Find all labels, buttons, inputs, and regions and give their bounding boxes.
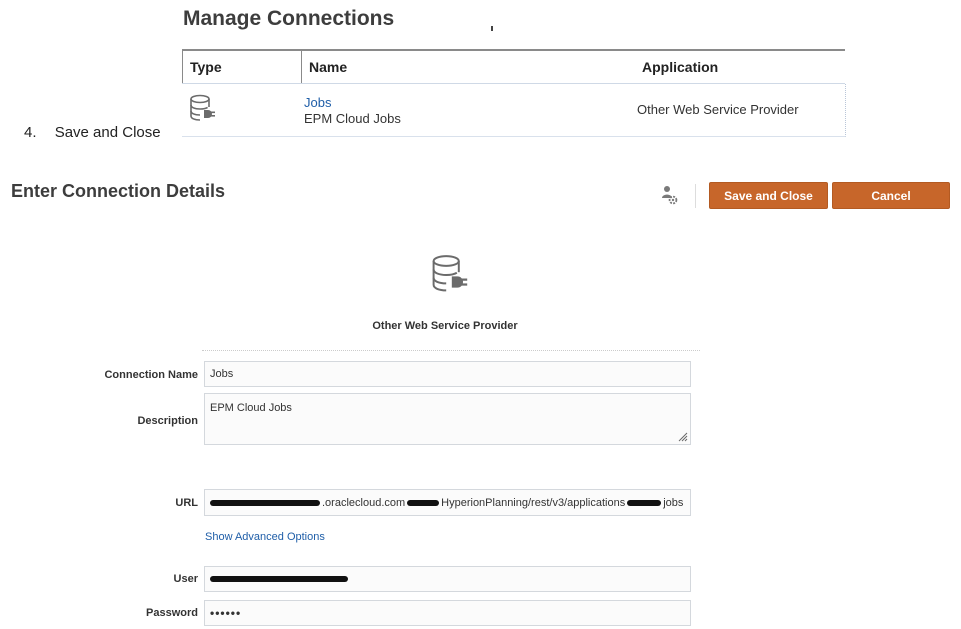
user-input[interactable] [204, 566, 691, 592]
step-text: Save and Close [54, 124, 161, 141]
connection-application: Other Web Service Provider [637, 102, 799, 117]
cancel-button[interactable]: Cancel [832, 182, 950, 209]
show-advanced-options-link[interactable]: Show Advanced Options [205, 531, 325, 543]
provider-name: Other Web Service Provider [372, 320, 518, 332]
toolbar-divider [695, 184, 696, 208]
database-plug-icon [430, 254, 468, 301]
step-number: 4. [24, 124, 37, 141]
password-input[interactable]: •••••• [204, 600, 691, 626]
save-and-close-button[interactable]: Save and Close [709, 182, 828, 209]
password-value: •••••• [210, 606, 242, 620]
column-header-name[interactable]: Name [309, 59, 347, 75]
connections-table: Type Name Application Jobs EPM Cloud Job… [182, 49, 846, 137]
connection-description: EPM Cloud Jobs [304, 111, 401, 126]
url-segment: HyperionPlanning/rest/v3/applications [441, 496, 626, 509]
user-label: User [173, 573, 198, 585]
table-row[interactable]: Jobs EPM Cloud Jobs Other Web Service Pr… [182, 84, 846, 137]
column-separator [301, 51, 302, 83]
description-value: EPM Cloud Jobs [210, 402, 292, 414]
redacted-text [210, 576, 348, 582]
table-top-border [182, 49, 845, 51]
redacted-text [407, 499, 440, 506]
column-header-application[interactable]: Application [642, 59, 718, 75]
column-separator [182, 51, 183, 83]
user-settings-icon[interactable] [661, 185, 679, 210]
redacted-text [210, 499, 320, 506]
url-segment: .oraclecloud.com [322, 496, 406, 509]
manage-connections-title: Manage Connections [183, 7, 395, 30]
connection-name-label: Connection Name [104, 369, 198, 381]
connection-name-input[interactable] [204, 361, 691, 387]
description-textarea[interactable]: EPM Cloud Jobs [204, 393, 691, 445]
stray-mark [491, 26, 493, 31]
page-title: Enter Connection Details [11, 181, 226, 201]
database-plug-icon [189, 94, 215, 129]
resize-grip-icon[interactable] [678, 432, 688, 442]
form-top-divider [202, 350, 700, 352]
redacted-text [627, 499, 662, 506]
connection-name-link[interactable]: Jobs [304, 95, 331, 110]
password-label: Password [146, 607, 198, 619]
column-header-type[interactable]: Type [190, 59, 222, 75]
step-instruction: 4. Save and Close [24, 124, 161, 141]
description-label: Description [137, 415, 198, 427]
url-input[interactable]: .oraclecloud.com HyperionPlanning/rest/v… [204, 489, 691, 516]
url-label: URL [175, 497, 198, 509]
url-segment: jobs [663, 496, 684, 509]
